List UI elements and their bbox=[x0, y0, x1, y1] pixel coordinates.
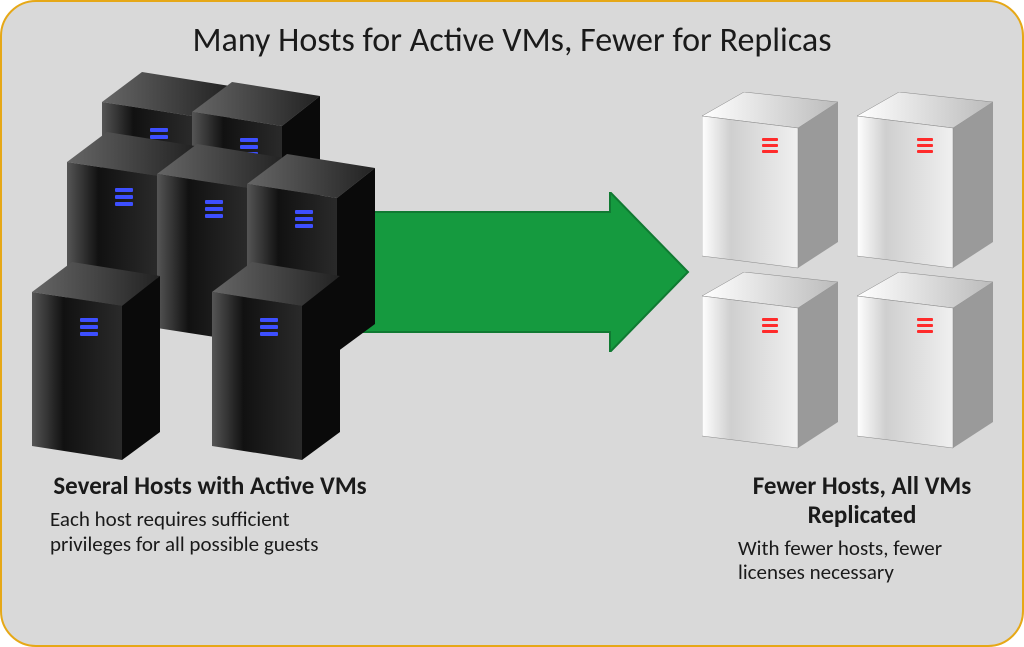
server-icon bbox=[32, 262, 162, 462]
replica-hosts-cluster bbox=[702, 92, 1002, 432]
diagram-title: Many Hosts for Active VMs, Fewer for Rep… bbox=[2, 20, 1022, 61]
active-hosts-subtext: Each host requires sufficient privileges… bbox=[50, 507, 370, 557]
active-hosts-heading: Several Hosts with Active VMs bbox=[50, 472, 370, 501]
server-icon bbox=[857, 92, 997, 272]
server-icon bbox=[857, 272, 997, 452]
active-hosts-cluster bbox=[32, 72, 392, 462]
replica-hosts-subtext: With fewer hosts, fewer licenses necessa… bbox=[722, 536, 1002, 586]
replica-hosts-caption: Fewer Hosts, All VMs Replicated With few… bbox=[722, 472, 1002, 585]
diagram-panel: Many Hosts for Active VMs, Fewer for Rep… bbox=[0, 0, 1024, 647]
server-icon bbox=[702, 92, 842, 272]
server-icon bbox=[212, 262, 342, 462]
replica-hosts-heading: Fewer Hosts, All VMs Replicated bbox=[722, 472, 1002, 530]
active-hosts-caption: Several Hosts with Active VMs Each host … bbox=[50, 472, 370, 556]
server-icon bbox=[702, 272, 842, 452]
